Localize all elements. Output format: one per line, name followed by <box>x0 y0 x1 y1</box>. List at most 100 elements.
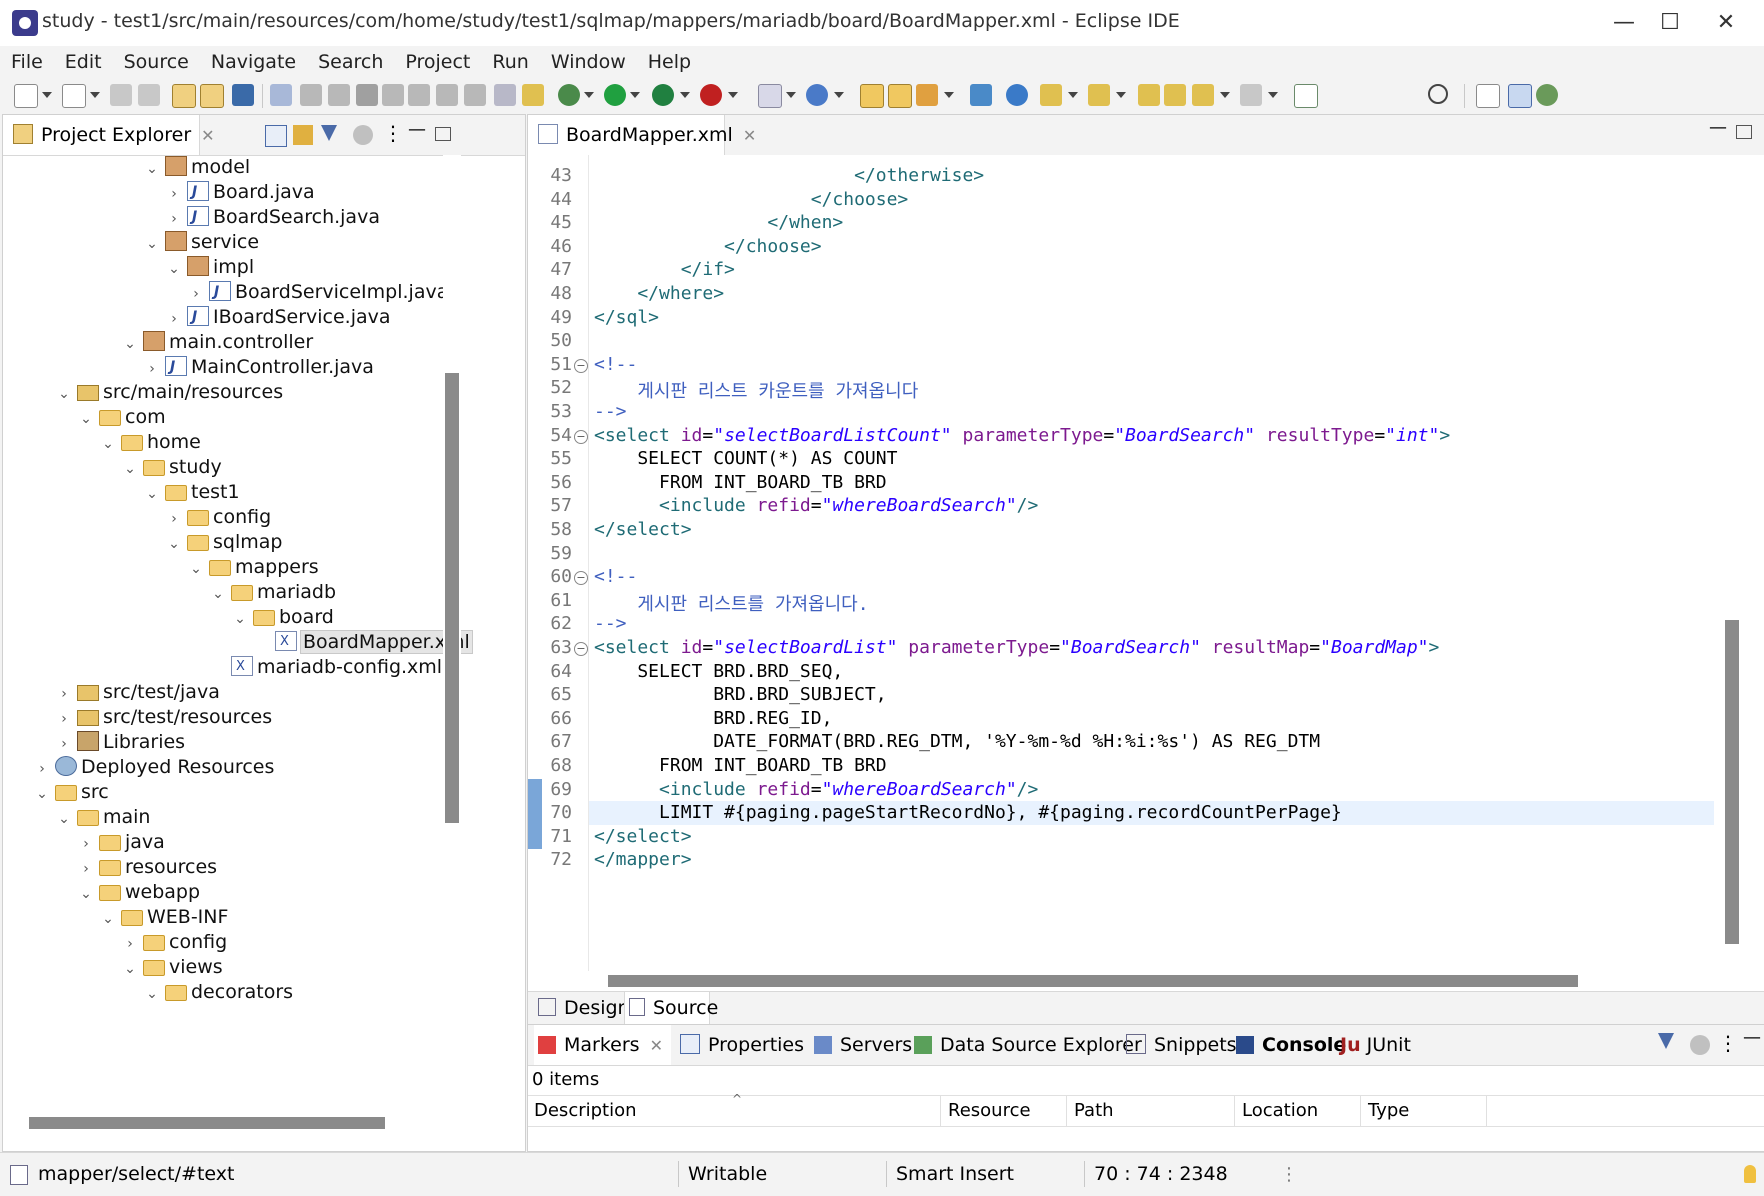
code-line[interactable]: --> <box>594 613 627 634</box>
external-tools-dropdown-icon[interactable] <box>728 92 738 98</box>
step-over-icon[interactable] <box>436 84 458 106</box>
new-project-dropdown-icon[interactable] <box>90 92 100 98</box>
forward-icon[interactable] <box>1240 84 1262 106</box>
tree-item[interactable]: › config <box>165 503 271 531</box>
launch-icon[interactable] <box>916 84 938 106</box>
close-tab-icon[interactable]: ✕ <box>743 126 756 145</box>
chevron-down-icon[interactable]: ⌄ <box>55 805 73 833</box>
last-edit-location-icon[interactable] <box>1138 84 1160 106</box>
editor-vertical-scrollbar[interactable] <box>1714 155 1764 971</box>
maximize-button[interactable]: ☐ <box>1640 4 1700 42</box>
jee-perspective-icon[interactable] <box>1508 84 1532 108</box>
tab-project-explorer[interactable]: Project Explorer ✕ <box>3 115 215 155</box>
code-line[interactable]: <include refid="whereBoardSearch"/> <box>594 779 1038 800</box>
skip-breakpoints-icon[interactable] <box>270 84 292 106</box>
code-line[interactable]: <!-- <box>594 354 637 375</box>
tab-markers[interactable]: Markers ✕ <box>534 1025 671 1065</box>
fold-toggle-icon[interactable]: − <box>574 358 588 373</box>
step-into-icon[interactable] <box>408 84 430 106</box>
code-line[interactable]: SELECT COUNT(*) AS COUNT <box>594 448 897 469</box>
chevron-down-icon[interactable]: ⌄ <box>187 555 205 583</box>
debug-perspective-icon[interactable] <box>1536 84 1558 106</box>
tree-item[interactable]: ⌄ main <box>55 803 150 831</box>
code-line[interactable]: </select> <box>594 519 692 540</box>
menu-file[interactable]: File <box>0 46 54 78</box>
run-dropdown-icon[interactable] <box>630 92 640 98</box>
terminate-icon[interactable] <box>356 84 378 106</box>
new-java-class-icon[interactable] <box>806 84 828 106</box>
chevron-down-icon[interactable]: ⌄ <box>121 455 139 483</box>
tab-boardmapper-xml[interactable]: BoardMapper.xml ✕ <box>528 115 756 155</box>
disconnect-icon[interactable] <box>382 84 404 106</box>
tree-item[interactable]: ⌄ service <box>143 228 259 256</box>
code-line[interactable]: </where> <box>594 283 724 304</box>
back-icon[interactable] <box>1192 84 1214 106</box>
code-line[interactable]: </if> <box>594 259 735 280</box>
debug-dropdown-icon[interactable] <box>584 92 594 98</box>
tree-item[interactable]: ⌄ decorators <box>143 978 293 1006</box>
tree-item[interactable]: mariadb-config.xml <box>209 653 442 681</box>
code-line[interactable]: </choose> <box>594 236 822 257</box>
explorer-horizontal-scrollbar[interactable] <box>3 1113 443 1133</box>
code-line[interactable]: </mapper> <box>594 849 692 870</box>
coverage-icon[interactable] <box>652 84 674 106</box>
tree-item[interactable]: › resources <box>77 853 217 881</box>
pin-editor-icon[interactable] <box>1294 84 1318 108</box>
column-path[interactable]: Path <box>1068 1096 1235 1126</box>
menu-help[interactable]: Help <box>637 46 702 78</box>
column-resource[interactable]: Resource <box>942 1096 1067 1126</box>
previous-annotation-icon[interactable] <box>1088 84 1110 106</box>
tree-item[interactable]: ⌄ mappers <box>187 553 319 581</box>
open-resource-icon[interactable] <box>200 84 224 108</box>
chevron-down-icon[interactable]: ⌄ <box>121 955 139 983</box>
tree-item[interactable]: › config <box>121 928 227 956</box>
tab-junit[interactable]: Ju JUnit <box>1340 1025 1411 1065</box>
chevron-down-icon[interactable]: ⌄ <box>143 230 161 258</box>
minimize-view-icon[interactable]: — <box>407 121 427 143</box>
menu-project[interactable]: Project <box>394 46 481 78</box>
tab-properties[interactable]: Properties <box>680 1025 804 1065</box>
tree-item[interactable]: › Deployed Resources <box>33 753 274 781</box>
tree-item[interactable]: ⌄ views <box>121 953 223 981</box>
tree-item[interactable]: ⌄ impl <box>165 253 254 281</box>
status-menu-icon[interactable]: ⋮ <box>1280 1153 1298 1196</box>
search-icon[interactable] <box>1428 84 1448 104</box>
globe-icon[interactable] <box>1006 84 1028 106</box>
maximize-editor-icon[interactable] <box>1736 125 1752 139</box>
tree-item[interactable]: ⌄ src <box>33 778 109 806</box>
code-line[interactable]: DATE_FORMAT(BRD.REG_DTM, '%Y-%m-%d %H:%i… <box>594 731 1320 752</box>
debug-icon[interactable] <box>558 84 580 106</box>
forward-dropdown-icon[interactable] <box>1268 92 1278 98</box>
open-file-icon[interactable] <box>888 84 912 108</box>
save-icon[interactable] <box>110 84 132 106</box>
fold-toggle-icon[interactable]: − <box>574 571 588 586</box>
open-folder-icon[interactable] <box>860 84 884 108</box>
code-line[interactable]: 게시판 리스트를 가져옵니다. <box>594 590 868 616</box>
tree-item[interactable]: › src/test/resources <box>55 703 272 731</box>
column-description[interactable]: Description ^ <box>528 1092 941 1126</box>
tree-item[interactable]: ⌄ test1 <box>143 478 239 508</box>
chevron-down-icon[interactable]: ⌄ <box>143 480 161 508</box>
tree-item[interactable]: ⌄ board <box>231 603 334 631</box>
menu-window[interactable]: Window <box>540 46 637 78</box>
code-line[interactable]: <include refid="whereBoardSearch"/> <box>594 495 1038 516</box>
chevron-down-icon[interactable]: ⌄ <box>99 905 117 933</box>
column-type[interactable]: Type <box>1362 1096 1487 1126</box>
new-server-icon[interactable] <box>758 84 782 108</box>
external-tools-icon[interactable] <box>700 84 722 106</box>
toggle-mark-occurrences-icon[interactable] <box>522 84 544 106</box>
step-return-icon[interactable] <box>464 84 486 106</box>
maximize-view-icon[interactable] <box>435 127 451 141</box>
tab-console[interactable]: Console <box>1236 1025 1346 1065</box>
tab-source[interactable]: Source <box>624 992 718 1024</box>
chevron-down-icon[interactable]: ⌄ <box>99 430 117 458</box>
tree-item[interactable]: ⌄ webapp <box>77 878 200 906</box>
fold-toggle-icon[interactable]: − <box>574 642 588 656</box>
explorer-hscroll-thumb[interactable] <box>29 1117 385 1129</box>
menu-search[interactable]: Search <box>307 46 394 78</box>
markers-filter-icon[interactable] <box>1658 1033 1674 1049</box>
tree-item[interactable]: ⌄ mariadb <box>209 578 336 606</box>
close-button[interactable]: ✕ <box>1696 4 1756 42</box>
console-monitor-icon[interactable] <box>232 84 254 106</box>
tree-item[interactable]: ›MainController.java <box>143 353 374 381</box>
